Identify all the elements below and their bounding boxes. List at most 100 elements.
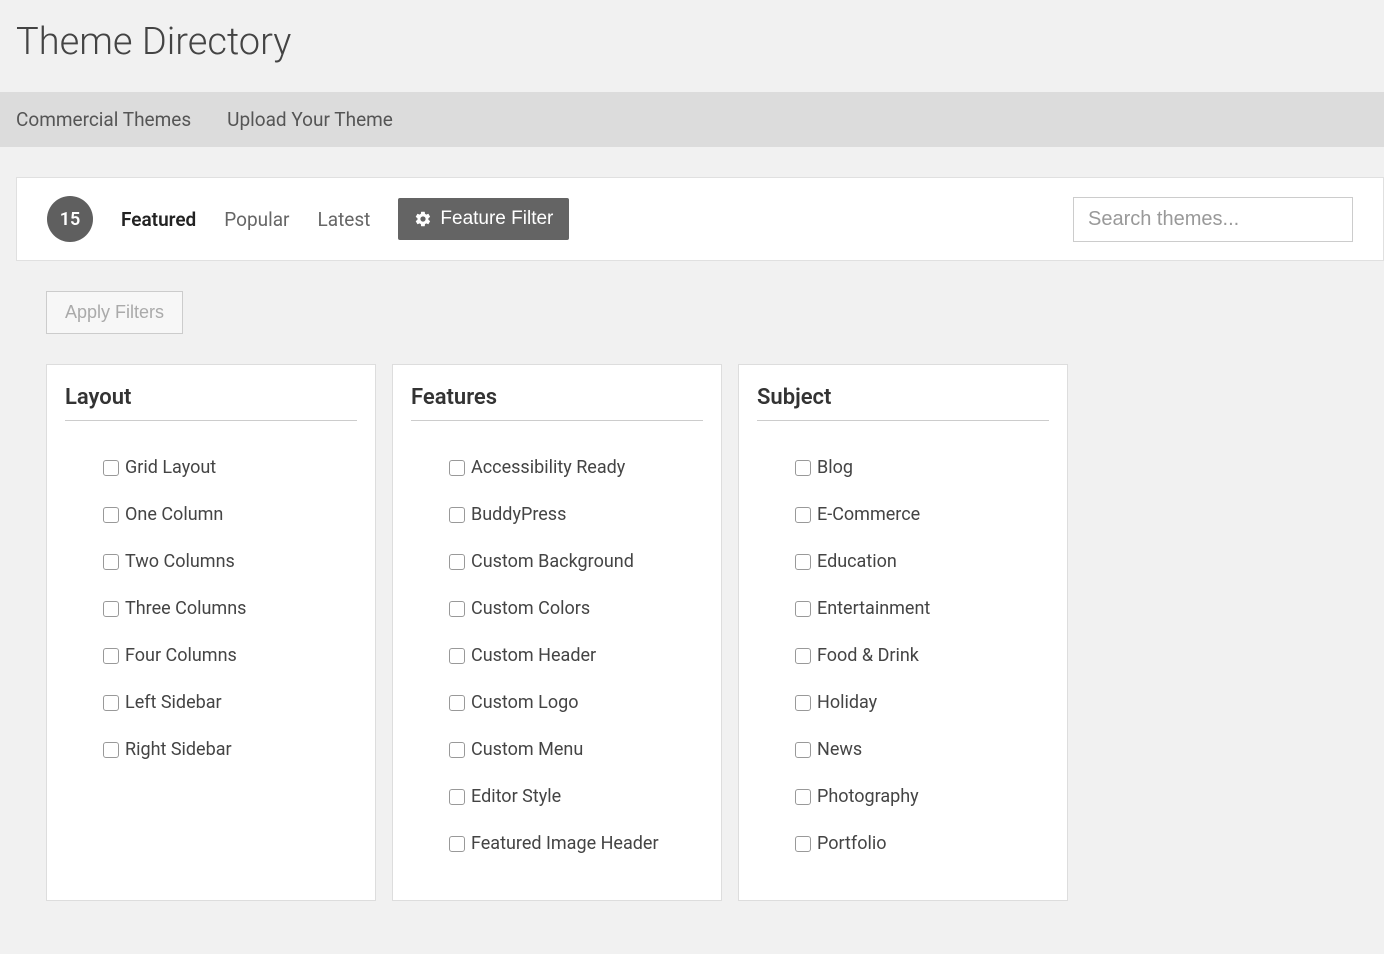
label-left-sidebar[interactable]: Left Sidebar [125, 692, 222, 713]
filter-item-news: News [795, 739, 1049, 760]
checkbox-three-columns[interactable] [103, 601, 119, 617]
filter-item-right-sidebar: Right Sidebar [103, 739, 357, 760]
checkbox-photography[interactable] [795, 789, 811, 805]
filter-item-buddypress: BuddyPress [449, 504, 703, 525]
checkbox-e-commerce[interactable] [795, 507, 811, 523]
label-holiday[interactable]: Holiday [817, 692, 877, 713]
filter-item-entertainment: Entertainment [795, 598, 1049, 619]
label-custom-header[interactable]: Custom Header [471, 645, 596, 666]
label-photography[interactable]: Photography [817, 786, 919, 807]
label-custom-background[interactable]: Custom Background [471, 551, 634, 572]
checkbox-grid-layout[interactable] [103, 460, 119, 476]
checkbox-two-columns[interactable] [103, 554, 119, 570]
feature-filter-button[interactable]: Feature Filter [398, 198, 569, 240]
checkbox-editor-style[interactable] [449, 789, 465, 805]
filter-card-subject: Subject Blog E-Commerce Education [738, 364, 1068, 901]
label-e-commerce[interactable]: E-Commerce [817, 504, 920, 525]
filter-item-featured-image-header: Featured Image Header [449, 833, 703, 854]
filter-item-editor-style: Editor Style [449, 786, 703, 807]
checkbox-custom-colors[interactable] [449, 601, 465, 617]
apply-filters-button[interactable]: Apply Filters [46, 291, 183, 334]
filter-list-subject: Blog E-Commerce Education Entertainment [757, 457, 1049, 854]
checkbox-food-drink[interactable] [795, 648, 811, 664]
label-grid-layout[interactable]: Grid Layout [125, 457, 216, 478]
label-one-column[interactable]: One Column [125, 504, 223, 525]
filter-item-one-column: One Column [103, 504, 357, 525]
nav-link-commercial[interactable]: Commercial Themes [16, 108, 191, 131]
filter-item-grid-layout: Grid Layout [103, 457, 357, 478]
filter-card-features: Features Accessibility Ready BuddyPress … [392, 364, 722, 901]
label-four-columns[interactable]: Four Columns [125, 645, 237, 666]
filter-item-food-drink: Food & Drink [795, 645, 1049, 666]
checkbox-blog[interactable] [795, 460, 811, 476]
checkbox-portfolio[interactable] [795, 836, 811, 852]
checkbox-four-columns[interactable] [103, 648, 119, 664]
checkbox-news[interactable] [795, 742, 811, 758]
label-entertainment[interactable]: Entertainment [817, 598, 930, 619]
filter-item-custom-background: Custom Background [449, 551, 703, 572]
label-editor-style[interactable]: Editor Style [471, 786, 561, 807]
filter-item-four-columns: Four Columns [103, 645, 357, 666]
tab-popular[interactable]: Popular [224, 208, 289, 231]
label-three-columns[interactable]: Three Columns [125, 598, 246, 619]
gear-icon [414, 210, 432, 228]
label-custom-colors[interactable]: Custom Colors [471, 598, 590, 619]
label-featured-image-header[interactable]: Featured Image Header [471, 833, 659, 854]
checkbox-education[interactable] [795, 554, 811, 570]
filter-item-photography: Photography [795, 786, 1049, 807]
filter-columns: Layout Grid Layout One Column Two Column… [46, 364, 1354, 901]
filter-item-custom-header: Custom Header [449, 645, 703, 666]
checkbox-custom-header[interactable] [449, 648, 465, 664]
tab-latest[interactable]: Latest [318, 208, 371, 231]
filter-list-layout: Grid Layout One Column Two Columns Three… [65, 457, 357, 760]
checkbox-entertainment[interactable] [795, 601, 811, 617]
checkbox-featured-image-header[interactable] [449, 836, 465, 852]
filters-wrapper: Apply Filters Layout Grid Layout One Col… [16, 261, 1384, 901]
filter-heading-features: Features [411, 385, 703, 421]
label-accessibility-ready[interactable]: Accessibility Ready [471, 457, 625, 478]
label-blog[interactable]: Blog [817, 457, 853, 478]
label-news[interactable]: News [817, 739, 862, 760]
filter-item-e-commerce: E-Commerce [795, 504, 1049, 525]
label-custom-logo[interactable]: Custom Logo [471, 692, 579, 713]
checkbox-custom-logo[interactable] [449, 695, 465, 711]
label-food-drink[interactable]: Food & Drink [817, 645, 919, 666]
label-right-sidebar[interactable]: Right Sidebar [125, 739, 232, 760]
label-portfolio[interactable]: Portfolio [817, 833, 886, 854]
filter-item-blog: Blog [795, 457, 1049, 478]
checkbox-accessibility-ready[interactable] [449, 460, 465, 476]
checkbox-buddypress[interactable] [449, 507, 465, 523]
checkbox-custom-background[interactable] [449, 554, 465, 570]
filter-item-holiday: Holiday [795, 692, 1049, 713]
toolbar: 15 Featured Popular Latest Feature Filte… [16, 177, 1384, 261]
feature-filter-label: Feature Filter [440, 208, 553, 230]
nav-bar: Commercial Themes Upload Your Theme [0, 92, 1384, 147]
checkbox-left-sidebar[interactable] [103, 695, 119, 711]
checkbox-holiday[interactable] [795, 695, 811, 711]
filter-item-custom-menu: Custom Menu [449, 739, 703, 760]
filter-item-custom-colors: Custom Colors [449, 598, 703, 619]
label-education[interactable]: Education [817, 551, 897, 572]
filter-card-layout: Layout Grid Layout One Column Two Column… [46, 364, 376, 901]
filter-item-two-columns: Two Columns [103, 551, 357, 572]
filter-item-portfolio: Portfolio [795, 833, 1049, 854]
checkbox-one-column[interactable] [103, 507, 119, 523]
filter-item-accessibility-ready: Accessibility Ready [449, 457, 703, 478]
filter-heading-subject: Subject [757, 385, 1049, 421]
filter-item-custom-logo: Custom Logo [449, 692, 703, 713]
search-input[interactable] [1073, 197, 1353, 242]
content-area: 15 Featured Popular Latest Feature Filte… [0, 147, 1384, 901]
tab-featured[interactable]: Featured [121, 208, 196, 231]
checkbox-custom-menu[interactable] [449, 742, 465, 758]
label-custom-menu[interactable]: Custom Menu [471, 739, 583, 760]
checkbox-right-sidebar[interactable] [103, 742, 119, 758]
label-two-columns[interactable]: Two Columns [125, 551, 235, 572]
filter-item-left-sidebar: Left Sidebar [103, 692, 357, 713]
theme-count-badge: 15 [47, 196, 93, 242]
filter-heading-layout: Layout [65, 385, 357, 421]
filter-list-features: Accessibility Ready BuddyPress Custom Ba… [411, 457, 703, 854]
nav-link-upload[interactable]: Upload Your Theme [227, 108, 393, 131]
label-buddypress[interactable]: BuddyPress [471, 504, 566, 525]
filter-item-three-columns: Three Columns [103, 598, 357, 619]
page-header: Theme Directory [0, 0, 1384, 92]
